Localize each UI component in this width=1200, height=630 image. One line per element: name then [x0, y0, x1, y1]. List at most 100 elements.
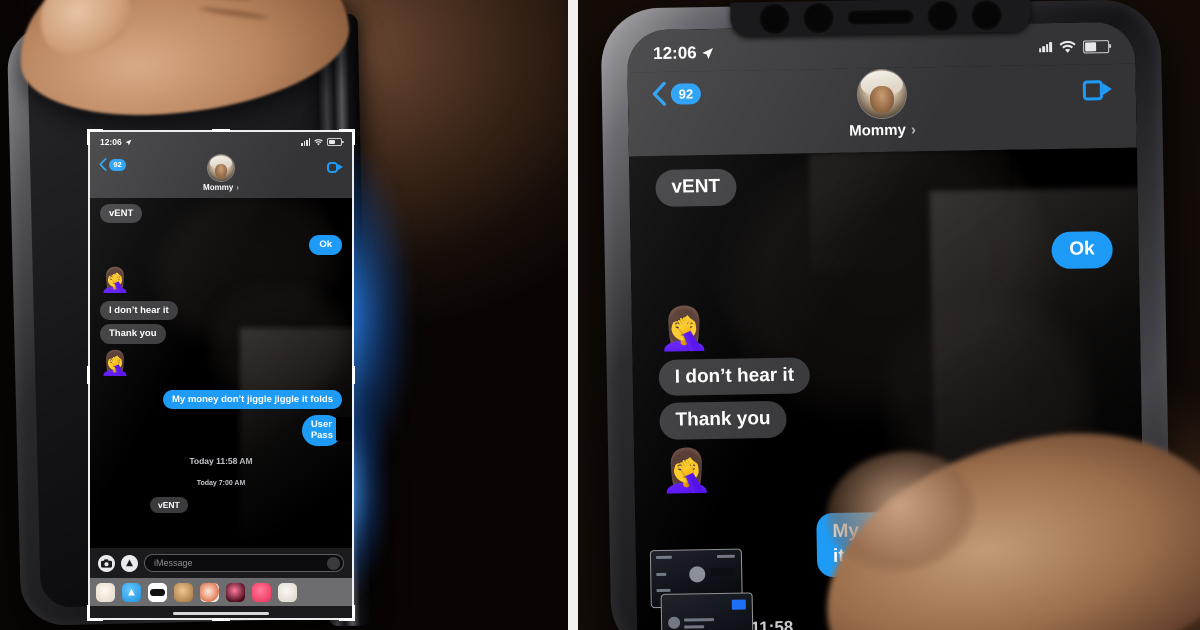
message-bubble-received[interactable]: I don’t hear it — [658, 356, 811, 397]
message-row[interactable]: I don’t hear it — [100, 300, 342, 321]
nav-bar: 92 Mommy › — [90, 152, 352, 198]
wifi-icon — [314, 138, 323, 145]
panel-divider — [568, 0, 578, 630]
back-button[interactable]: 92 — [99, 158, 126, 171]
woman-facepalming-emoji[interactable]: 🤦‍♀️ — [100, 268, 130, 293]
sensor-cutout — [803, 2, 834, 34]
chevron-right-icon: › — [236, 183, 239, 192]
message-row[interactable]: vENT — [100, 496, 342, 513]
battery-icon — [1082, 39, 1110, 54]
sensor-cutout — [759, 3, 790, 35]
back-button[interactable]: 92 — [652, 81, 702, 106]
message-row[interactable]: Ok — [656, 230, 1113, 276]
screenshot-thumbnail-stack[interactable] — [649, 548, 772, 630]
contact-header[interactable]: Mommy › — [628, 66, 1137, 144]
message-bubble-received[interactable]: I don’t hear it — [100, 300, 178, 321]
message-row[interactable]: vENT — [655, 162, 1112, 207]
home-indicator — [90, 606, 352, 618]
imessage-screen-wide: 12:06 — [90, 132, 352, 618]
message-row-emoji[interactable]: 🤦‍♀️ — [658, 300, 1115, 352]
app-recents-icon[interactable] — [96, 582, 115, 602]
message-bubble-sent[interactable]: Ok — [1050, 230, 1113, 269]
cellular-signal-icon — [301, 138, 310, 146]
message-row[interactable]: Ok — [100, 235, 342, 255]
message-row[interactable]: vENT — [100, 204, 342, 224]
panel-wide-shot: 12:06 — [0, 0, 568, 630]
message-thread-wide[interactable]: vENT Ok 🤦‍♀️ I don’t hear it Thank you — [90, 198, 352, 548]
camera-icon[interactable] — [98, 554, 115, 572]
redaction-bar — [335, 416, 352, 441]
message-bubble-received[interactable]: vENT — [150, 496, 188, 513]
imessage-placeholder: iMessage — [154, 558, 193, 568]
status-bar-right — [1038, 39, 1110, 54]
contact-name-row: Mommy › — [203, 183, 239, 192]
woman-facepalming-emoji[interactable]: 🤦‍♀️ — [660, 446, 713, 494]
status-bar: 12:06 — [90, 132, 352, 152]
message-row[interactable]: I don’t hear it — [658, 352, 1115, 397]
battery-icon — [327, 138, 344, 146]
location-arrow-icon — [702, 47, 714, 59]
location-arrow-icon — [125, 139, 132, 145]
facetime-button[interactable] — [327, 162, 343, 173]
message-bubble-received[interactable]: vENT — [655, 168, 737, 207]
contact-name-row: Mommy › — [849, 121, 916, 139]
thread-timestamp: Today 11:58 AM — [189, 455, 253, 466]
sensor-cutout — [927, 0, 958, 32]
unread-badge: 92 — [109, 158, 126, 171]
unread-badge: 92 — [670, 82, 702, 105]
sensor-cutout — [971, 0, 1002, 31]
message-bubble-sent[interactable]: Ok — [309, 235, 342, 255]
app-photo-icon[interactable] — [174, 582, 193, 602]
status-bar-right — [301, 138, 344, 146]
status-bar-left: 12:06 — [100, 137, 132, 147]
thread-timestamp: Today 7:00 AM — [196, 479, 246, 487]
screenshot-stage: 12:06 — [0, 0, 1200, 630]
chevron-left-icon — [652, 81, 667, 106]
app-store-icon[interactable] — [122, 582, 141, 602]
chevron-right-icon: › — [910, 121, 917, 139]
panel-close-up: 12:06 — [578, 0, 1200, 630]
woman-facepalming-emoji[interactable]: 🤦‍♀️ — [658, 304, 711, 352]
credentials-line-1: User — [310, 418, 332, 430]
message-composer[interactable]: iMessage — [90, 548, 352, 578]
credentials-line-2: Pass — [310, 430, 333, 442]
send-arrow-icon[interactable] — [327, 556, 340, 570]
message-row[interactable]: My money don’t jiggle jiggle it folds — [100, 389, 342, 409]
contact-name: Mommy — [203, 183, 234, 192]
status-time: 12:06 — [652, 43, 697, 64]
cellular-signal-icon — [1038, 42, 1053, 53]
contact-avatar[interactable] — [857, 69, 907, 119]
imessage-input[interactable]: iMessage — [144, 554, 344, 572]
message-bubble-sent[interactable]: My money don’t jiggle jiggle it folds — [163, 389, 342, 409]
contact-header[interactable]: Mommy › — [90, 155, 352, 192]
app-dark-icon[interactable] — [226, 582, 245, 602]
woman-facepalming-emoji[interactable]: 🤦‍♀️ — [100, 351, 130, 376]
app-drawer[interactable] — [90, 578, 352, 606]
app-store-icon[interactable] — [121, 554, 138, 572]
contact-name: Mommy — [849, 121, 907, 140]
selection-crop-frame[interactable]: 12:06 — [87, 129, 355, 621]
app-extra-icon[interactable] — [278, 582, 297, 602]
notch-sensor-housing — [730, 0, 1031, 37]
status-time: 12:06 — [100, 137, 122, 147]
message-row[interactable]: Thank you — [100, 324, 342, 344]
message-bubble-received[interactable]: Thank you — [659, 401, 787, 441]
nav-bar: 92 Mommy › — [627, 63, 1137, 157]
message-row-credentials[interactable]: User Pass — [100, 414, 352, 446]
contact-avatar[interactable] — [208, 155, 234, 181]
app-memoji-icon[interactable] — [200, 582, 219, 602]
chevron-left-icon — [99, 158, 107, 171]
status-bar-left: 12:06 — [653, 43, 715, 64]
screenshot-thumbnail[interactable] — [660, 592, 754, 630]
message-bubble-received[interactable]: Thank you — [100, 324, 166, 344]
thumbnail — [26, 0, 142, 68]
message-row-emoji[interactable]: 🤦‍♀️ — [100, 351, 342, 376]
message-row-emoji[interactable]: 🤦‍♀️ — [100, 268, 342, 293]
message-row[interactable]: Thank you — [659, 395, 1116, 441]
facetime-button[interactable] — [1082, 80, 1112, 101]
apple-pay-icon[interactable] — [148, 582, 167, 602]
message-bubble-sent-credentials[interactable]: User Pass — [301, 414, 352, 446]
app-music-icon[interactable] — [252, 582, 271, 602]
message-bubble-received[interactable]: vENT — [100, 204, 143, 224]
earpiece-speaker-slot — [847, 9, 914, 25]
